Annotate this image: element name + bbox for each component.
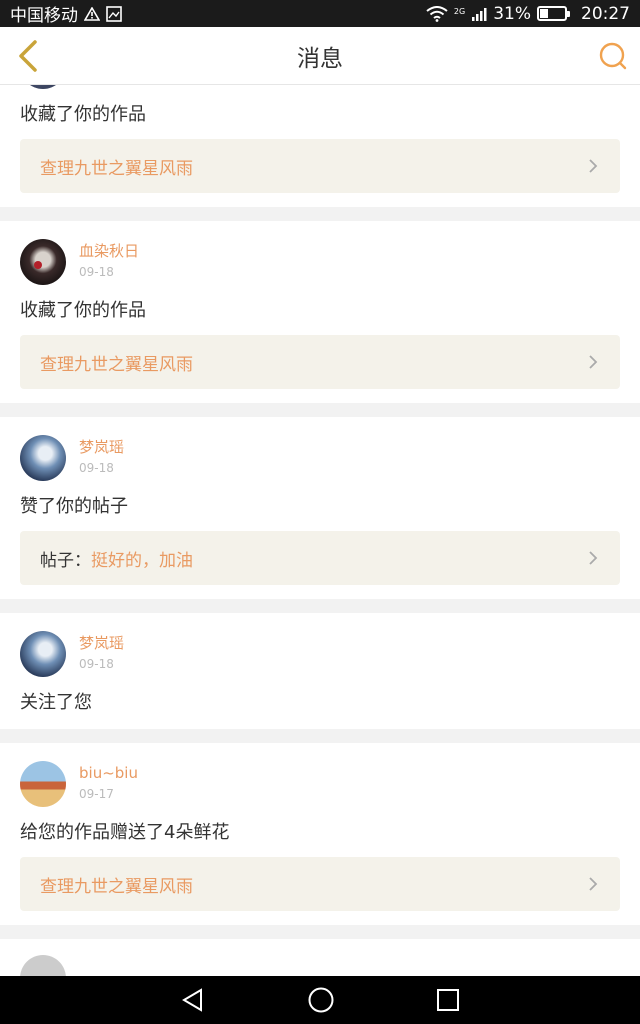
message-item: 血染秋日 09-18 收藏了你的作品 查理九世之翼星风雨 [0,221,640,403]
username[interactable]: 梦岚瑶 [79,437,124,457]
username[interactable]: biu~biu [79,763,138,783]
battery-percent: 31% [493,3,531,24]
message-date: 09-18 [79,657,114,671]
avatar[interactable] [20,955,66,976]
message-date: 09-18 [79,265,114,279]
search-icon [599,42,627,70]
message-item: biu~biu 09-17 给您的作品赠送了4朵鲜花 查理九世之翼星风雨 [0,743,640,925]
work-title: 查理九世之翼星风雨 [40,354,193,375]
page-title: 消息 [297,45,343,72]
chevron-right-icon [589,551,598,565]
system-nav-bar [0,976,640,1024]
back-button[interactable] [10,37,46,75]
warning-icon [84,6,100,21]
work-link[interactable]: 查理九世之翼星风雨 [20,857,620,911]
network-type-label: 2G [453,6,466,16]
avatar[interactable] [20,631,66,677]
message-item: 梦岚瑶 09-18 赞了你的帖子 帖子： 挺好的，加油 [0,417,640,599]
message-action: 给您的作品赠送了4朵鲜花 [20,822,230,843]
chevron-right-icon [589,355,598,369]
recents-nav-icon[interactable] [436,988,460,1012]
message-list[interactable]: 09-19 收藏了你的作品 查理九世之翼星风雨 血染秋日 09-18 收藏了你的… [0,85,640,976]
message-action: 赞了你的帖子 [20,496,128,517]
chevron-right-icon [589,159,598,173]
home-nav-icon[interactable] [307,986,335,1014]
avatar[interactable] [20,761,66,807]
avatar[interactable] [20,435,66,481]
message-item: 梦岚瑶 09-18 关注了您 [0,613,640,729]
image-notification-icon [106,5,122,22]
signal-icon [472,7,487,21]
avatar-accent [34,261,42,269]
work-title: 查理九世之翼星风雨 [40,158,193,179]
avatar[interactable] [20,239,66,285]
app-header: 消息 [0,27,640,85]
message-action: 关注了您 [20,692,92,713]
chevron-left-icon [19,40,37,72]
work-link[interactable]: 查理九世之翼星风雨 [20,139,620,193]
work-link[interactable]: 查理九世之翼星风雨 [20,335,620,389]
post-content: 挺好的，加油 [91,550,193,571]
username[interactable]: 梦岚瑶 [79,633,124,653]
message-date: 09-17 [79,787,114,801]
wifi-icon [426,5,448,22]
message-item: 09-19 收藏了你的作品 查理九世之翼星风雨 [0,85,640,207]
carrier-label: 中国移动 [10,6,78,26]
post-link[interactable]: 帖子： 挺好的，加油 [20,531,620,585]
work-title: 查理九世之翼星风雨 [40,876,193,897]
status-bar: 中国移动 2G 31% 20:27 [0,0,640,27]
battery-icon [537,6,570,21]
clock: 20:27 [581,3,630,24]
message-item [0,939,640,976]
battery-fill [540,9,549,18]
message-date: 09-18 [79,461,114,475]
username[interactable]: 血染秋日 [79,241,139,261]
search-button[interactable] [596,39,630,73]
chevron-right-icon [589,877,598,891]
back-nav-icon[interactable] [180,987,206,1013]
post-prefix: 帖子： [40,550,91,571]
message-action: 收藏了你的作品 [20,104,146,125]
avatar[interactable] [20,85,66,89]
message-action: 收藏了你的作品 [20,300,146,321]
